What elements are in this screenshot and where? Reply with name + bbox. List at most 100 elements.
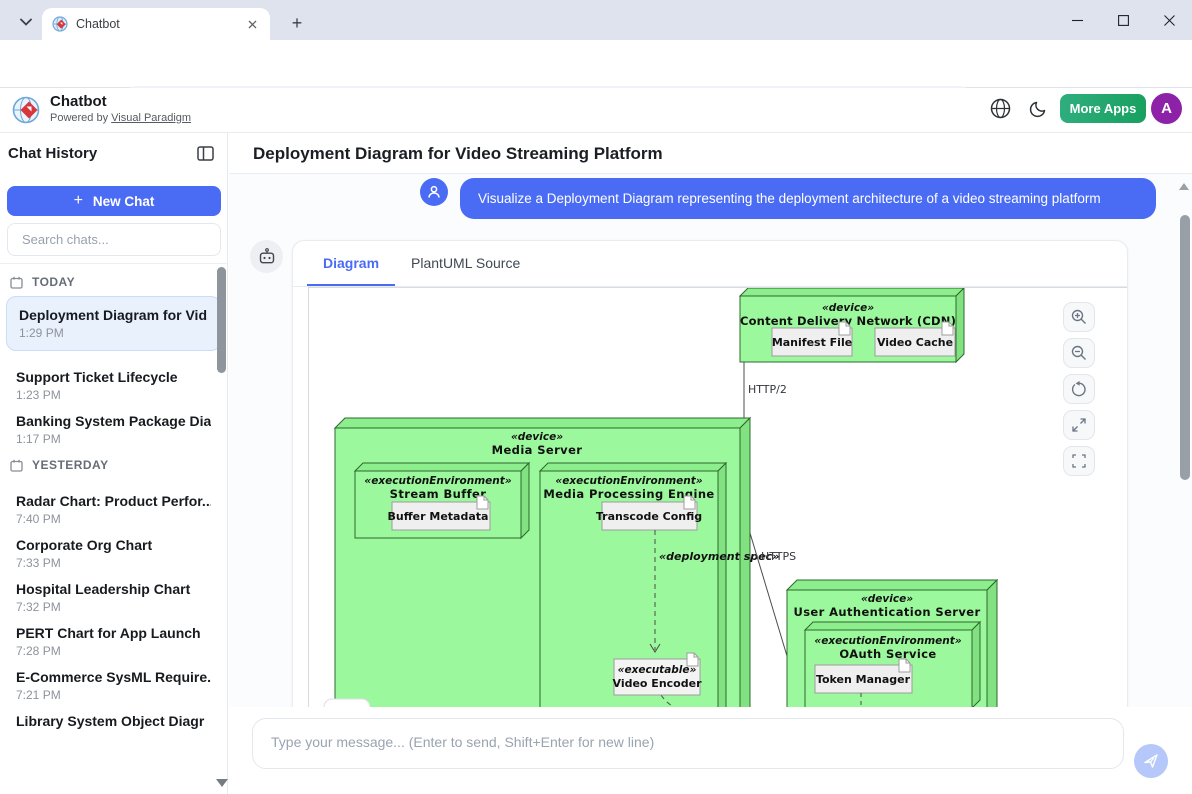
- chat-item-title: Hospital Leadership Chart: [16, 581, 211, 597]
- svg-text:User Authentication Server: User Authentication Server: [793, 605, 980, 619]
- svg-text:Stream Buffer: Stream Buffer: [390, 487, 487, 501]
- chat-item-title: E-Commerce SysML Require...: [16, 669, 211, 685]
- chat-item[interactable]: Corporate Org Chart 7:33 PM: [0, 525, 227, 569]
- new-chat-button[interactable]: + New Chat: [7, 186, 221, 216]
- node-auth-server: «device» User Authentication Server «exe…: [787, 580, 997, 707]
- browser-toolbar: ai-toolbox.visual-paradigm.com/app/chatb…: [0, 40, 1192, 88]
- chat-item-time: 1:23 PM: [16, 388, 211, 402]
- diagram-canvas[interactable]: «device» Media Server «executionEnvironm…: [308, 287, 1127, 707]
- svg-text:Buffer Metadata: Buffer Metadata: [388, 510, 489, 523]
- canvas-badge: [324, 699, 370, 707]
- chat-item-title: Deployment Diagram for Vid...: [19, 307, 208, 323]
- diagram-card: Diagram PlantUML Source «device» Media: [292, 240, 1128, 707]
- chat-item-title: Library System Object Diagr: [16, 713, 211, 729]
- zoom-in-button[interactable]: [1063, 302, 1095, 332]
- svg-text:Video Encoder: Video Encoder: [613, 677, 703, 690]
- svg-text:Manifest File: Manifest File: [772, 336, 852, 349]
- message-input-box: [252, 718, 1124, 769]
- browser-tab[interactable]: Chatbot: [42, 8, 270, 40]
- reset-view-button[interactable]: [1063, 374, 1095, 404]
- chat-item-time: 1:17 PM: [16, 432, 211, 446]
- main-scroll-up-icon[interactable]: [1179, 183, 1189, 190]
- tab-title: Chatbot: [76, 17, 236, 31]
- chat-item-title: PERT Chart for App Launch: [16, 625, 211, 641]
- window-controls: [1054, 0, 1192, 40]
- expand-arrows-icon: [1071, 417, 1087, 433]
- chat-item[interactable]: Library System Object Diagr: [0, 701, 227, 745]
- svg-text:Token Manager: Token Manager: [816, 673, 911, 686]
- calendar-icon: [10, 459, 23, 472]
- search-chats-box: [7, 223, 221, 256]
- visual-paradigm-logo: [12, 95, 42, 130]
- chat-item-time: 1:29 PM: [19, 326, 208, 340]
- edge-http2: HTTP/2: [744, 362, 787, 418]
- language-globe-icon[interactable]: [990, 98, 1011, 119]
- sidebar-title: Chat History: [8, 145, 97, 162]
- more-apps-button[interactable]: More Apps: [1060, 94, 1146, 123]
- chat-item-selected[interactable]: Deployment Diagram for Vid... 1:29 PM: [6, 296, 221, 351]
- chat-history-sidebar: Chat History + New Chat TODAY Deploym: [0, 133, 228, 794]
- powered-by: Powered by Visual Paradigm: [50, 112, 191, 124]
- collapse-sidebar-icon[interactable]: [197, 146, 214, 161]
- svg-text:«device»: «device»: [511, 431, 563, 443]
- chat-item[interactable]: Radar Chart: Product Perfor... 7:40 PM: [0, 481, 227, 525]
- deployment-diagram: «device» Media Server «executionEnvironm…: [309, 288, 1127, 707]
- bot-avatar: [250, 240, 283, 273]
- chat-item[interactable]: E-Commerce SysML Require... 7:21 PM: [0, 657, 227, 701]
- chat-item-time: 7:28 PM: [16, 644, 211, 658]
- svg-text:HTTP/2: HTTP/2: [748, 383, 787, 396]
- node-cdn: «device» Content Delivery Network (CDN) …: [740, 288, 964, 362]
- plus-icon: +: [74, 192, 83, 210]
- send-plane-icon: [1143, 753, 1159, 769]
- tab-plantuml-source[interactable]: PlantUML Source: [395, 241, 536, 286]
- tab-diagram[interactable]: Diagram: [307, 241, 395, 286]
- reset-rotate-icon: [1071, 381, 1087, 397]
- chat-scroll-area: Visualize a Deployment Diagram represent…: [229, 174, 1192, 707]
- fullscreen-brackets-icon: [1071, 453, 1087, 469]
- conversation-title-bar: Deployment Diagram for Video Streaming P…: [229, 133, 1192, 174]
- main-scrollbar-thumb[interactable]: [1180, 215, 1190, 480]
- tab-close-icon[interactable]: [244, 16, 260, 32]
- visual-paradigm-link[interactable]: Visual Paradigm: [111, 112, 191, 124]
- artifact-video-encoder: «executable» Video Encoder: [613, 653, 703, 695]
- section-label: YESTERDAY: [32, 458, 109, 472]
- account-avatar[interactable]: A: [1151, 93, 1182, 124]
- zoom-out-icon: [1071, 345, 1087, 361]
- svg-text:Video Cache: Video Cache: [877, 336, 953, 349]
- window-maximize-button[interactable]: [1100, 0, 1146, 40]
- chat-item-time: 7:21 PM: [16, 688, 211, 702]
- powered-by-prefix: Powered by: [50, 112, 108, 124]
- new-tab-button[interactable]: +: [284, 10, 310, 36]
- svg-text:HTTPS: HTTPS: [761, 550, 796, 563]
- app-title: Chatbot: [50, 93, 107, 110]
- message-input[interactable]: [253, 719, 1123, 768]
- search-chats-input[interactable]: [8, 224, 220, 255]
- dark-mode-moon-icon[interactable]: [1029, 99, 1048, 118]
- expand-button[interactable]: [1063, 410, 1095, 440]
- tab-search-button[interactable]: [8, 9, 44, 35]
- user-message-bubble: Visualize a Deployment Diagram represent…: [460, 178, 1156, 219]
- app-header: Chatbot Powered by Visual Paradigm More …: [0, 88, 1192, 133]
- chat-item-title: Corporate Org Chart: [16, 537, 211, 553]
- chat-item[interactable]: Support Ticket Lifecycle 1:23 PM: [0, 357, 227, 401]
- zoom-in-icon: [1071, 309, 1087, 325]
- chat-item-time: 7:40 PM: [16, 512, 211, 526]
- sidebar-scrollbar-thumb[interactable]: [217, 267, 226, 373]
- window-close-button[interactable]: [1146, 0, 1192, 40]
- chat-item[interactable]: Banking System Package Dia... 1:17 PM: [0, 401, 227, 445]
- chat-item[interactable]: PERT Chart for App Launch 7:28 PM: [0, 613, 227, 657]
- browser-tab-strip: Chatbot +: [0, 0, 1192, 40]
- zoom-out-button[interactable]: [1063, 338, 1095, 368]
- new-chat-label: New Chat: [93, 194, 155, 209]
- window-minimize-button[interactable]: [1054, 0, 1100, 40]
- section-header-today: TODAY: [10, 274, 217, 290]
- svg-text:«device»: «device»: [822, 302, 874, 314]
- svg-text:Transcode Config: Transcode Config: [596, 510, 702, 523]
- visual-paradigm-favicon: [52, 16, 68, 32]
- chat-item-time: 7:33 PM: [16, 556, 211, 570]
- sidebar-scroll-down-icon[interactable]: [216, 779, 228, 787]
- fullscreen-button[interactable]: [1063, 446, 1095, 476]
- chat-item[interactable]: Hospital Leadership Chart 7:32 PM: [0, 569, 227, 613]
- svg-text:OAuth Service: OAuth Service: [839, 647, 936, 661]
- send-button[interactable]: [1134, 744, 1168, 778]
